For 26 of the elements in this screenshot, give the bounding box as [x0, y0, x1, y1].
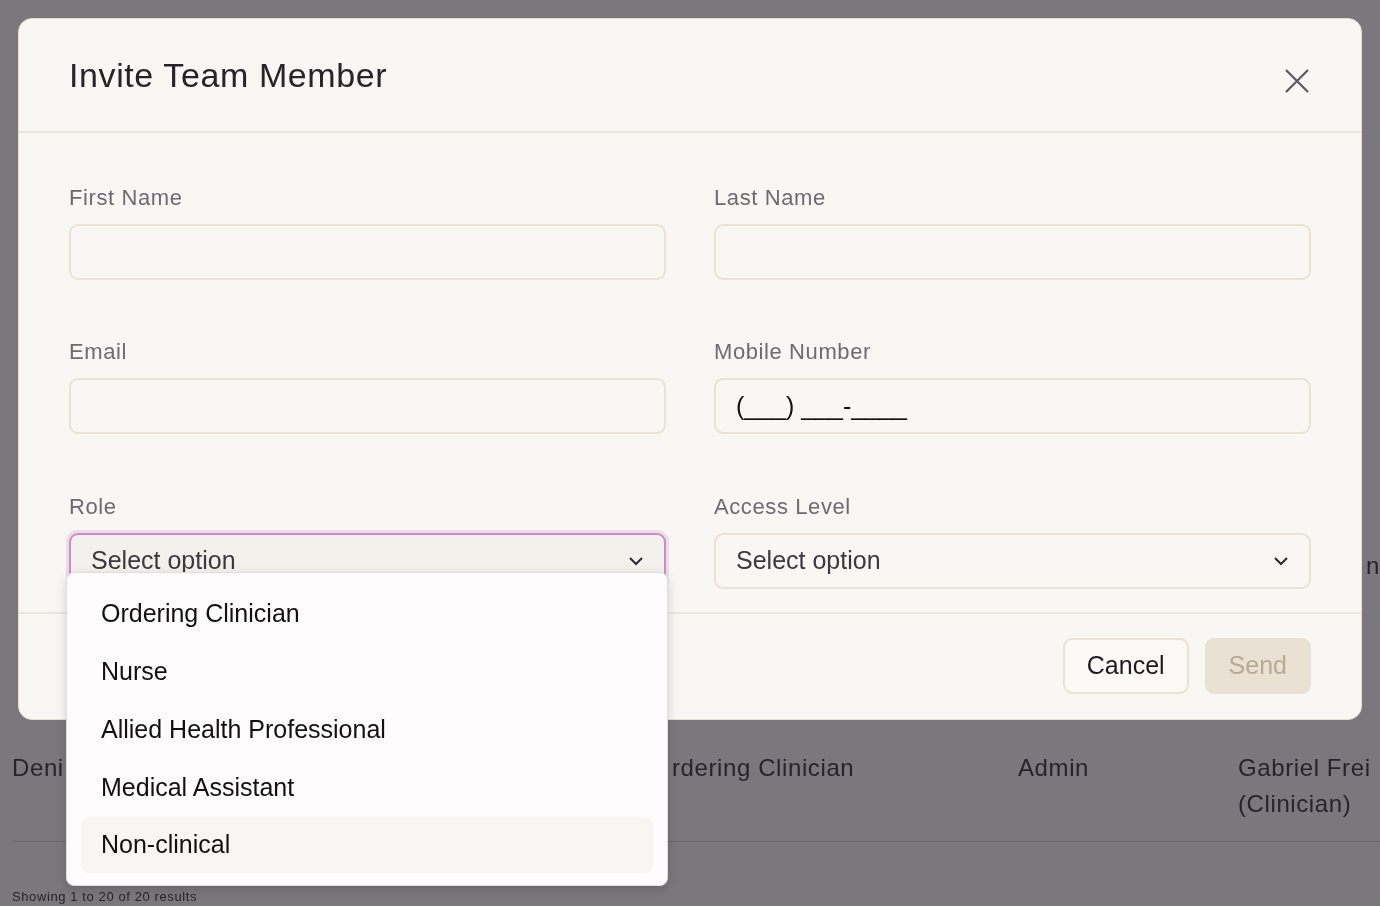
- table-cell: Admin: [1018, 754, 1090, 781]
- table-cell: rdering Clinician: [672, 754, 855, 781]
- dialog-title: Invite Team Member: [69, 54, 388, 96]
- chevron-down-icon: [628, 555, 644, 566]
- table-cell: n: [1366, 552, 1380, 579]
- input-field[interactable]: [714, 224, 1311, 280]
- dropdown-option[interactable]: Medical Assistant: [81, 759, 653, 817]
- select-field[interactable]: Select option: [714, 532, 1311, 589]
- table-cell-text: (Clinician): [1238, 789, 1353, 819]
- input-field[interactable]: [69, 224, 666, 280]
- table-cell: Deni: [12, 754, 64, 781]
- results-summary: Showing 1 to 20 of 20 results: [12, 889, 198, 904]
- chevron-down-icon: [1273, 555, 1289, 566]
- field-label: Last Name: [714, 184, 827, 212]
- dropdown-option[interactable]: Non-clinical: [81, 817, 653, 873]
- table-cell-text: Gabriel Frei: [1238, 753, 1372, 783]
- dropdown-option[interactable]: Nurse: [81, 643, 653, 701]
- field-label: First Name: [69, 184, 184, 212]
- input-field[interactable]: [69, 378, 666, 435]
- field-label: Mobile Number: [714, 338, 872, 367]
- field-label: Access Level: [714, 492, 852, 521]
- field-label: Email: [69, 338, 128, 367]
- cancel-button[interactable]: Cancel: [1062, 638, 1189, 694]
- input-field[interactable]: (___) ___-____: [714, 378, 1311, 435]
- dropdown-option[interactable]: Allied Health Professional: [81, 701, 653, 759]
- field-label: Role: [69, 492, 118, 521]
